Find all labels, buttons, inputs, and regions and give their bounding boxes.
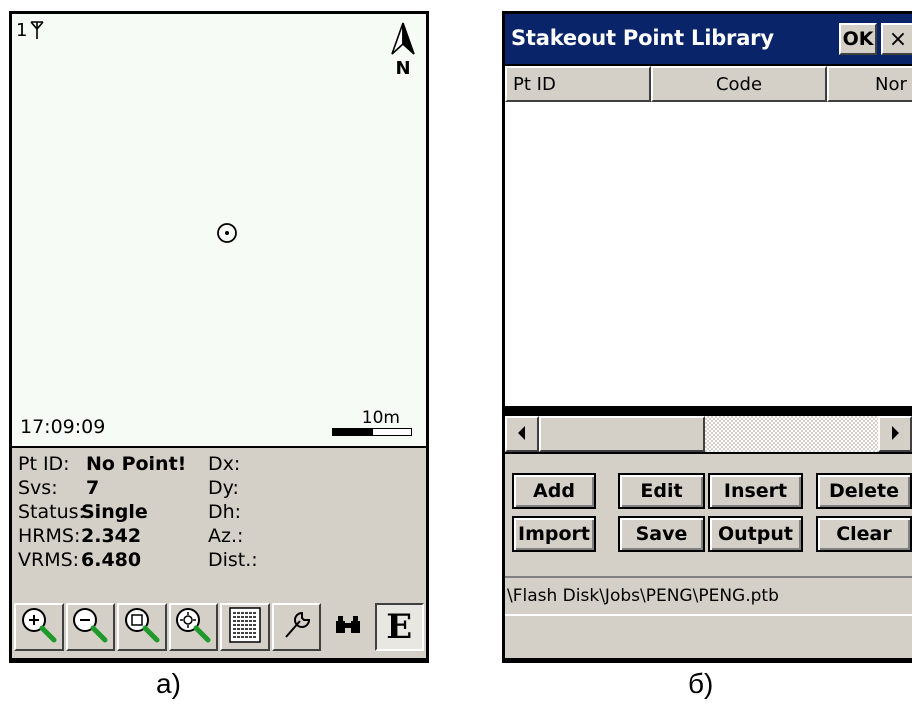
scrollbar-thumb[interactable]	[539, 416, 705, 452]
column-header-pt-id[interactable]: Pt ID	[505, 66, 651, 102]
antenna-icon	[30, 20, 44, 44]
point-list[interactable]: Pt ID Code Nor	[505, 66, 912, 406]
zoom-out-icon	[70, 605, 110, 649]
list-header: Pt ID Code Nor	[505, 66, 912, 102]
insert-button[interactable]: Insert	[708, 473, 803, 509]
arrow-left-icon	[517, 425, 527, 444]
caption-a: а)	[156, 668, 181, 699]
output-button[interactable]: Output	[708, 516, 803, 552]
arrow-right-icon	[890, 425, 900, 444]
zoom-center-button[interactable]	[168, 603, 218, 651]
svs-value: 7	[86, 477, 100, 499]
current-position-icon	[216, 222, 238, 248]
scroll-left-button[interactable]	[505, 416, 539, 452]
caption-b: б)	[688, 668, 714, 699]
zoom-in-button[interactable]	[14, 603, 64, 651]
satellite-count: 1	[16, 20, 28, 41]
close-button[interactable]: ×	[881, 23, 912, 55]
hrms-label: HRMS:	[18, 525, 81, 547]
add-button[interactable]: Add	[512, 473, 596, 509]
dh-label: Dh:	[208, 501, 242, 523]
vrms-label: VRMS:	[18, 549, 80, 571]
gps-time: 17:09:09	[20, 416, 106, 438]
north-arrow: N	[390, 22, 416, 79]
zoom-in-icon	[19, 605, 59, 649]
file-path: \Flash Disk\Jobs\PENG\PENG.ptb	[505, 576, 912, 616]
edit-button[interactable]: Edit	[618, 473, 705, 509]
status-value: Single	[81, 501, 148, 523]
pt-id-label: Pt ID:	[18, 453, 70, 475]
column-header-code[interactable]: Code	[651, 66, 827, 102]
hrms-value: 2.342	[81, 525, 142, 547]
scroll-right-button[interactable]	[878, 416, 912, 452]
dy-label: Dy:	[208, 477, 239, 499]
point-list-button[interactable]	[220, 603, 270, 651]
action-buttons: Add Edit Insert Delete Import Save Outpu…	[505, 454, 912, 576]
column-header-north[interactable]: Nor	[827, 66, 912, 102]
delete-button[interactable]: Delete	[816, 473, 912, 509]
zoom-extents-button[interactable]	[117, 603, 167, 651]
position-info-panel: Pt ID: No Point! Dx: Svs: 7 Dy: Status: …	[12, 448, 426, 598]
zoom-extents-icon	[122, 605, 162, 649]
stakeout-library-window: Stakeout Point Library OK × Pt ID Code N…	[502, 11, 912, 663]
north-label: N	[395, 58, 411, 79]
map-view[interactable]: 1 N 17:09:09 10m	[12, 14, 426, 446]
zoom-center-icon	[173, 605, 213, 649]
scale-label: 10m	[361, 408, 400, 428]
dist-label: Dist.:	[208, 549, 258, 571]
dx-label: Dx:	[208, 453, 241, 475]
list-icon	[227, 606, 263, 648]
clear-button[interactable]: Clear	[816, 516, 912, 552]
horizontal-scrollbar[interactable]	[505, 416, 912, 452]
binoculars-icon	[333, 613, 363, 641]
vrms-value: 6.480	[81, 549, 142, 571]
edit-mode-icon: E	[386, 607, 413, 647]
svs-label: Svs:	[18, 477, 58, 499]
import-button[interactable]: Import	[512, 516, 596, 552]
title-bar: Stakeout Point Library OK ×	[505, 14, 912, 64]
zoom-out-button[interactable]	[65, 603, 115, 651]
save-button[interactable]: Save	[618, 516, 705, 552]
settings-icon	[278, 607, 314, 647]
find-button[interactable]	[323, 603, 373, 651]
az-label: Az.:	[208, 525, 244, 547]
ok-button[interactable]: OK	[839, 23, 877, 55]
edit-mode-button[interactable]: E	[374, 603, 424, 651]
window-title: Stakeout Point Library	[511, 26, 774, 50]
status-bar	[505, 616, 912, 658]
map-toolbar: E	[12, 598, 426, 658]
pt-id-value: No Point!	[86, 453, 187, 475]
status-label: Status:	[18, 501, 85, 523]
scale-bar	[332, 428, 412, 436]
survey-map-screen: 1 N 17:09:09 10m Pt ID: No Point! Dx: Sv…	[9, 11, 429, 663]
settings-button[interactable]	[271, 603, 321, 651]
